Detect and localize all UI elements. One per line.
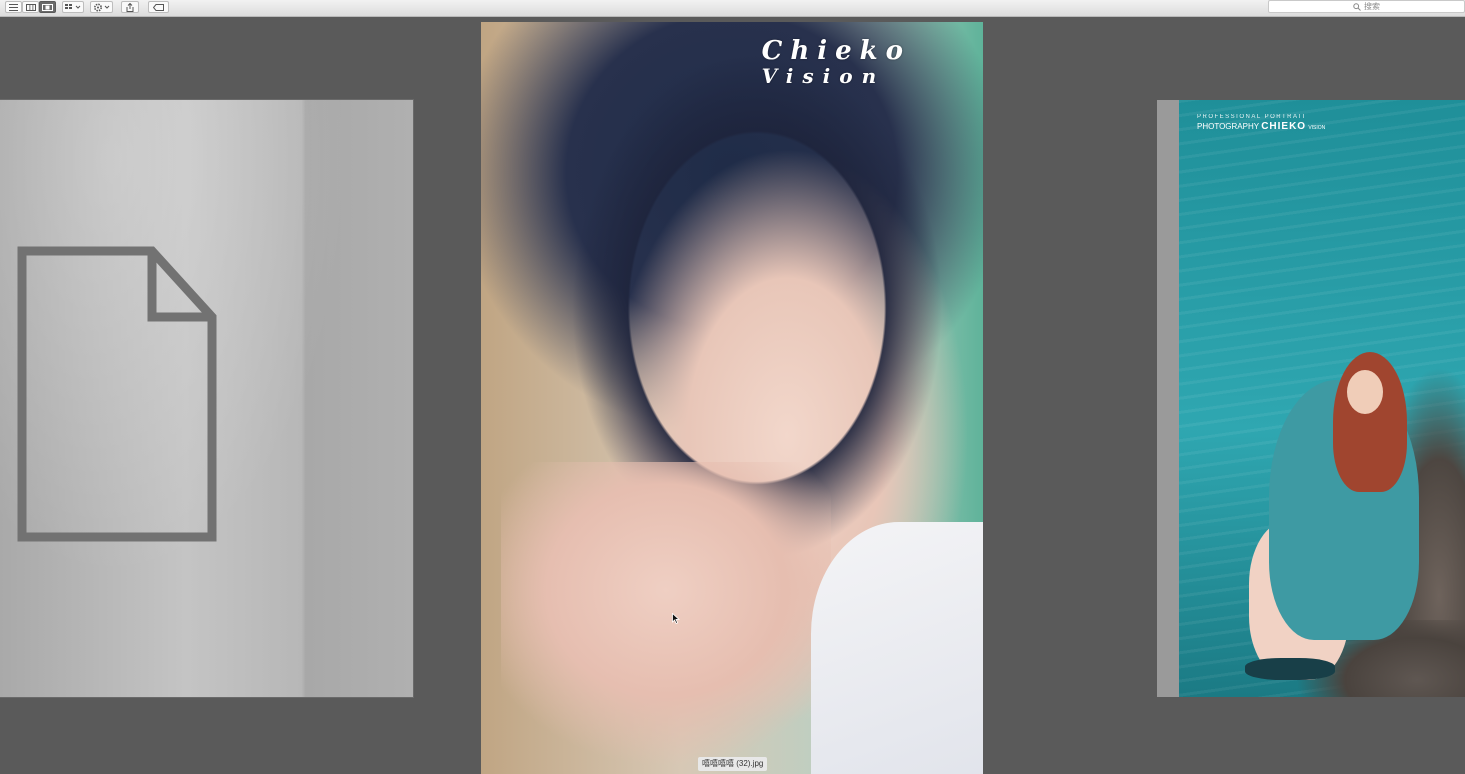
- search-placeholder: 搜索: [1364, 2, 1380, 11]
- coverflow-item-left[interactable]: [0, 100, 413, 697]
- watermark-brand: CHIEKO: [1261, 121, 1307, 132]
- photo-watermark-right: PROFESSIONAL PORTRAIT PHOTOGRAPHY CHIEKO…: [1197, 114, 1325, 132]
- watermark-line2: Vision: [761, 64, 886, 88]
- coverflow-item-center[interactable]: Chieko Vision: [481, 22, 983, 774]
- group-button[interactable]: [62, 1, 84, 13]
- coverflow-item-right[interactable]: PROFESSIONAL PORTRAIT PHOTOGRAPHY CHIEKO…: [1157, 100, 1465, 697]
- column-view-button[interactable]: [22, 1, 39, 13]
- photo-hands: [501, 462, 831, 774]
- share-icon: [126, 2, 134, 12]
- tag-icon: [153, 3, 164, 11]
- list-view-icon: [9, 3, 18, 11]
- share-button[interactable]: [121, 1, 139, 13]
- photo-sleeve: [811, 522, 983, 774]
- selected-filename-label: 嘻嘻嘻嘻 (32).jpg: [698, 757, 768, 771]
- watermark-suffix: VISION: [1308, 125, 1326, 131]
- watermark-tagline: PROFESSIONAL PORTRAIT: [1197, 114, 1307, 120]
- watermark-line1: Chieko: [761, 36, 911, 66]
- generic-document-icon: [17, 246, 217, 542]
- watermark-photography: PHOTOGRAPHY: [1197, 122, 1259, 131]
- cover-flow-view-button[interactable]: [39, 1, 56, 13]
- grid-dropdown-icon: [65, 4, 81, 9]
- column-view-icon: [25, 3, 36, 11]
- finder-toolbar: 搜索: [0, 0, 1465, 17]
- mouse-cursor-icon: [672, 613, 680, 624]
- list-view-button[interactable]: [5, 1, 22, 13]
- photo-watermark: Chieko Vision: [762, 36, 973, 88]
- gear-icon: [93, 2, 110, 12]
- cover-flow-stage: Chieko Vision PROFESSIONAL PORTRAIT PHOT…: [0, 17, 1465, 774]
- search-icon: [1353, 2, 1361, 11]
- tags-button[interactable]: [148, 1, 169, 13]
- search-field[interactable]: 搜索: [1268, 0, 1465, 13]
- action-button[interactable]: [90, 1, 113, 13]
- cover-flow-icon: [42, 3, 53, 11]
